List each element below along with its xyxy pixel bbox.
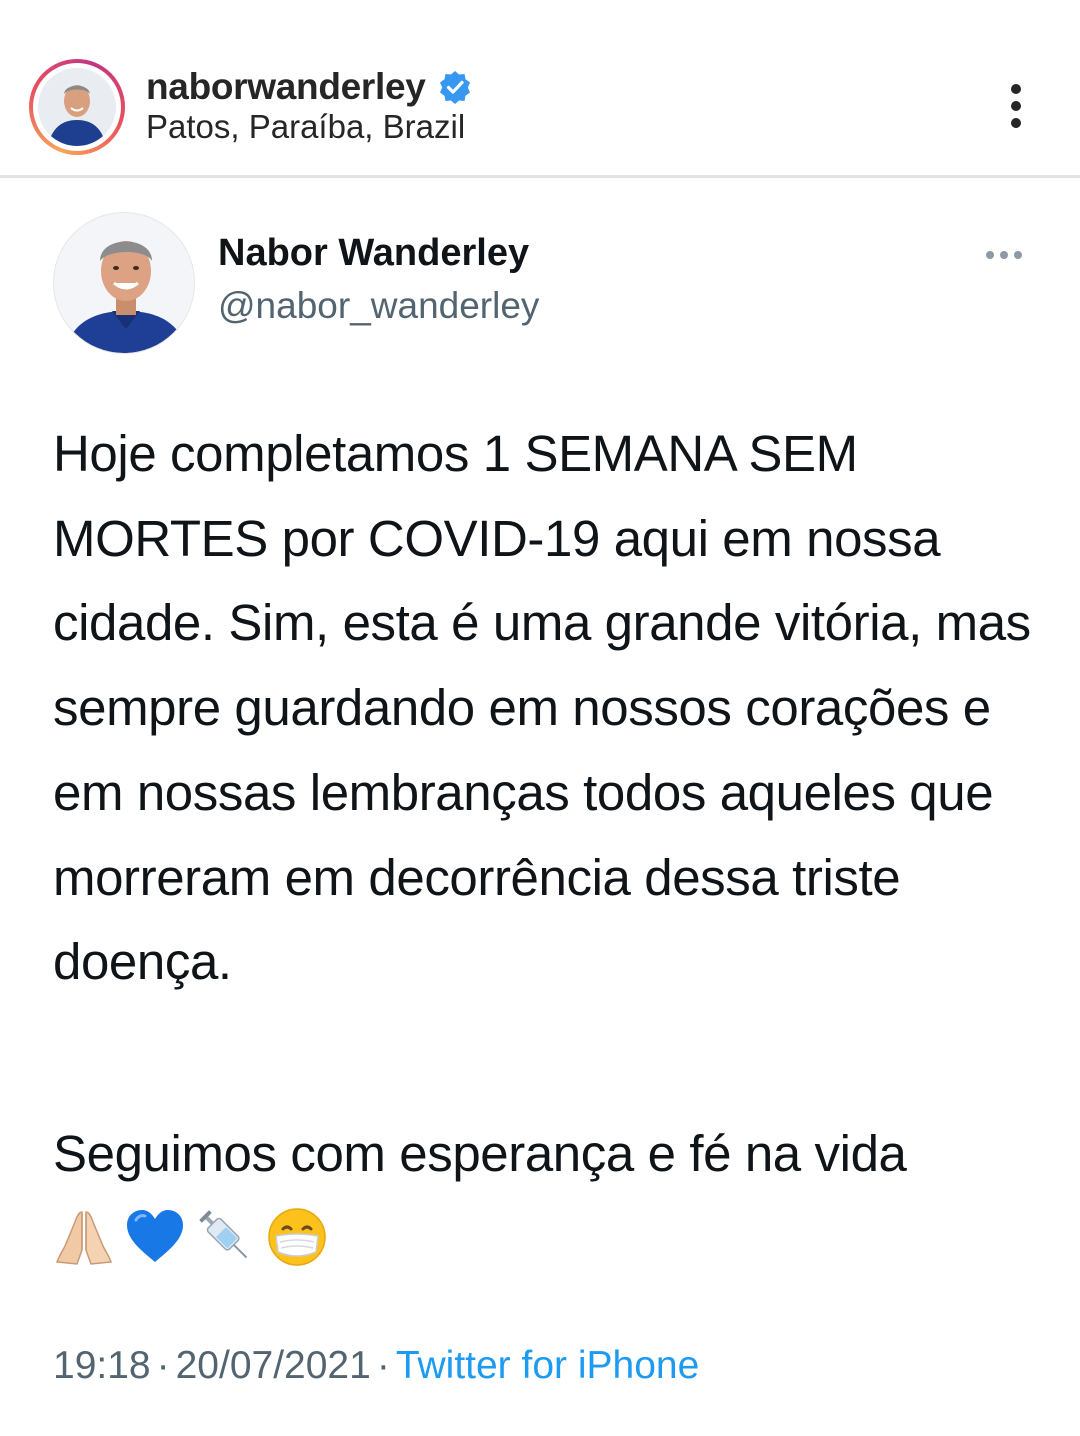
folded-hands-emoji-icon <box>53 1206 115 1268</box>
verified-badge-icon <box>438 70 472 104</box>
profile-avatar-story-ring[interactable] <box>29 59 125 155</box>
tweet-author-handle[interactable]: @nabor_wanderley <box>218 285 539 327</box>
blue-heart-emoji-icon <box>124 1206 186 1268</box>
tweet-text-closing: Seguimos com esperança e fé na vida <box>53 1125 907 1182</box>
avatar <box>38 68 116 146</box>
header-divider <box>0 175 1080 178</box>
syringe-emoji-icon <box>195 1206 257 1268</box>
profile-username[interactable]: naborwanderley <box>146 66 426 108</box>
tweet-author-avatar <box>53 212 195 354</box>
tweet-author-name[interactable]: Nabor Wanderley <box>218 232 529 275</box>
tweet-date[interactable]: 20/07/2021 <box>176 1344 371 1387</box>
instagram-post-header: naborwanderley Patos, Paraíba, Brazil <box>0 0 1080 172</box>
face-with-medical-mask-emoji-icon <box>266 1206 328 1268</box>
meta-separator: · <box>156 1344 170 1387</box>
tweet-text: Hoje completamos 1 SEMANA SEM MORTES por… <box>53 425 1031 991</box>
tweet-metadata: 19:18 · 20/07/2021 · Twitter for iPhone <box>53 1344 699 1388</box>
tweet-time[interactable]: 19:18 <box>53 1344 151 1387</box>
more-horizontal-icon[interactable] <box>984 248 1024 262</box>
tweet-source-link[interactable]: Twitter for iPhone <box>396 1344 699 1387</box>
meta-separator: · <box>376 1344 390 1387</box>
more-vertical-icon[interactable] <box>996 80 1036 132</box>
post-location[interactable]: Patos, Paraíba, Brazil <box>146 108 465 146</box>
tweet-emojis <box>53 1205 337 1269</box>
